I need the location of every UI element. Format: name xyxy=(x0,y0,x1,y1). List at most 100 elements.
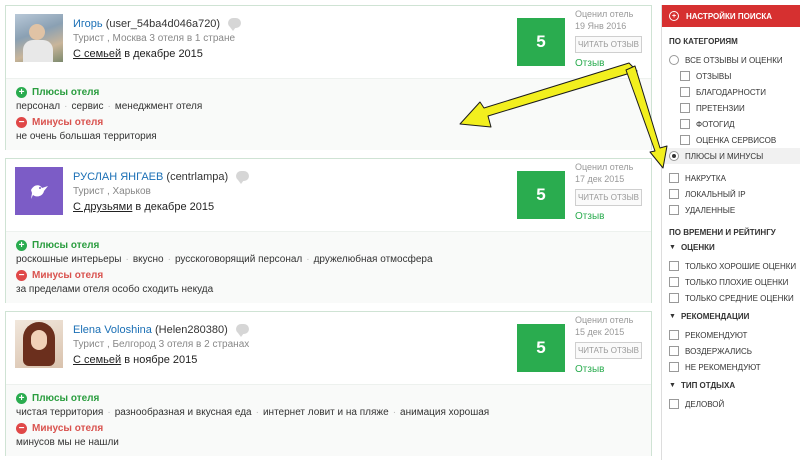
pro-tag: русскоговорящий персонал xyxy=(174,254,303,265)
read-review-button[interactable]: ЧИТАТЬ ОТЗЫВ xyxy=(575,189,642,206)
review-card: Игорь (user_54ba4d046a720) Турист , Моск… xyxy=(5,5,652,150)
caret-down-icon: ▼ xyxy=(669,244,676,251)
filter-label: ВОЗДЕРЖАЛИСЬ xyxy=(685,346,753,356)
avatar[interactable] xyxy=(15,320,63,368)
pro-tag: чистая территория xyxy=(16,407,104,418)
pro-tag: персонал xyxy=(16,101,61,112)
trip-companion[interactable]: С друзьями xyxy=(73,201,132,213)
user-name-link[interactable]: Игорь xyxy=(73,18,103,30)
filter-all-reviews[interactable]: ВСЕ ОТЗЫВЫ И ОЦЕНКИ xyxy=(662,52,800,68)
filter-business[interactable]: ДЕЛОВОЙ xyxy=(662,396,800,412)
con-tag: минусов мы не нашли xyxy=(16,437,119,448)
caret-down-icon: ▼ xyxy=(669,382,676,389)
group-label: РЕКОМЕНДАЦИИ xyxy=(680,312,750,321)
pros-heading: + Плюсы отеля xyxy=(16,393,641,404)
radio-button-selected[interactable] xyxy=(669,151,679,161)
filter-only-bad[interactable]: ТОЛЬКО ПЛОХИЕ ОЦЕНКИ xyxy=(662,274,800,290)
checkbox[interactable] xyxy=(669,205,679,215)
pros-title: Плюсы отеля xyxy=(32,240,100,251)
ratings-toggle[interactable]: ▼ ОЦЕНКИ xyxy=(662,243,800,252)
review-header: Игорь (user_54ba4d046a720) Турист , Моск… xyxy=(6,6,651,78)
recommendations-toggle[interactable]: ▼ РЕКОМЕНДАЦИИ xyxy=(662,312,800,321)
filter-photoguide[interactable]: ФОТОГИД xyxy=(662,116,800,132)
filter-not-recommend[interactable]: НЕ РЕКОМЕНДУЮТ xyxy=(662,359,800,375)
filter-reviews[interactable]: ОТЗЫВЫ xyxy=(662,68,800,84)
user-nickname: (user_54ba4d046a720) xyxy=(105,18,221,30)
filter-label: ВСЕ ОТЗЫВЫ И ОЦЕНКИ xyxy=(685,55,783,65)
filter-recommend[interactable]: РЕКОМЕНДУЮТ xyxy=(662,327,800,343)
plus-circle-icon: + xyxy=(669,11,679,21)
review-body: + Плюсы отеля чистая территория · разнообра… xyxy=(6,384,651,456)
section-time-rating: ПО ВРЕМЕНИ И РЕЙТИНГУ xyxy=(669,228,776,237)
chat-icon[interactable] xyxy=(235,324,249,337)
filter-pros-cons[interactable]: ПЛЮСЫ И МИНУСЫ xyxy=(662,148,800,164)
filter-deleted[interactable]: УДАЛЕННЫЕ xyxy=(662,202,800,218)
checkbox[interactable] xyxy=(669,330,679,340)
filter-label: НАКРУТКА xyxy=(685,173,726,183)
checkbox[interactable] xyxy=(669,261,679,271)
avatar[interactable] xyxy=(15,167,63,215)
pros-heading: + Плюсы отеля xyxy=(16,87,641,98)
checkbox[interactable] xyxy=(680,71,690,81)
cons-heading: − Минусы отеля xyxy=(16,423,641,434)
review-card: РУСЛАН ЯНГАЕВ (centrlampa) Турист , Харь… xyxy=(5,158,652,303)
pro-tag: менеджмент отеля xyxy=(114,101,203,112)
filter-only-average[interactable]: ТОЛЬКО СРЕДНИЕ ОЦЕНКИ xyxy=(662,290,800,306)
filter-label: ПРЕТЕНЗИИ xyxy=(696,103,745,113)
checkbox[interactable] xyxy=(680,87,690,97)
checkbox[interactable] xyxy=(669,399,679,409)
filter-abstained[interactable]: ВОЗДЕРЖАЛИСЬ xyxy=(662,343,800,359)
avatar[interactable] xyxy=(15,14,63,62)
filter-label: РЕКОМЕНДУЮТ xyxy=(685,330,748,340)
user-nickname: (centrlampa) xyxy=(166,171,229,183)
checkbox[interactable] xyxy=(669,277,679,287)
filter-local-ip[interactable]: ЛОКАЛЬНЫЙ IP xyxy=(662,186,800,202)
radio-button[interactable] xyxy=(669,55,679,65)
score-badge: 5 xyxy=(517,18,565,66)
checkbox[interactable] xyxy=(669,346,679,356)
filter-service-rating[interactable]: ОЦЕНКА СЕРВИСОВ xyxy=(662,132,800,148)
search-settings-header[interactable]: + НАСТРОЙКИ ПОИСКА xyxy=(662,5,800,27)
vacation-type-toggle[interactable]: ▼ ТИП ОТДЫХА xyxy=(662,381,800,390)
cons-title: Минусы отеля xyxy=(32,117,104,128)
user-line: Игорь (user_54ba4d046a720) xyxy=(73,18,242,31)
pros-title: Плюсы отеля xyxy=(32,393,100,404)
filter-label: ТОЛЬКО ХОРОШИЕ ОЦЕНКИ xyxy=(685,261,797,271)
filter-thanks[interactable]: БЛАГОДАРНОСТИ xyxy=(662,84,800,100)
filter-label: ОТЗЫВЫ xyxy=(696,71,732,81)
con-tag: за пределами отеля особо сходить некуда xyxy=(16,284,214,295)
plus-icon: + xyxy=(16,87,27,98)
chat-icon[interactable] xyxy=(228,18,242,31)
review-header: Elena Voloshina (Helen280380) Турист , Б… xyxy=(6,312,651,384)
filter-only-good[interactable]: ТОЛЬКО ХОРОШИЕ ОЦЕНКИ xyxy=(662,258,800,274)
pro-tag: разнообразная и вкусная еда xyxy=(114,407,252,418)
filter-claims[interactable]: ПРЕТЕНЗИИ xyxy=(662,100,800,116)
rated-date: 15 дек 2015 xyxy=(575,327,625,337)
filter-cheat[interactable]: НАКРУТКА xyxy=(662,170,800,186)
checkbox[interactable] xyxy=(669,189,679,199)
read-review-button[interactable]: ЧИТАТЬ ОТЗЫВ xyxy=(575,36,642,53)
rated-date: 19 Янв 2016 xyxy=(575,21,627,31)
user-name-link[interactable]: РУСЛАН ЯНГАЕВ xyxy=(73,171,163,183)
checkbox[interactable] xyxy=(669,362,679,372)
checkbox[interactable] xyxy=(680,103,690,113)
pro-tag: интернет ловит и на пляже xyxy=(262,407,389,418)
user-nickname: (Helen280380) xyxy=(154,324,228,336)
bird-icon xyxy=(31,185,48,199)
rated-date: 17 дек 2015 xyxy=(575,174,625,184)
checkbox[interactable] xyxy=(669,293,679,303)
checkbox[interactable] xyxy=(669,173,679,183)
review-body: + Плюсы отеля роскошные интерьеры · вкусно ·… xyxy=(6,231,651,303)
user-name-link[interactable]: Elena Voloshina xyxy=(73,324,152,336)
pro-tag: дружелюбная отмосфера xyxy=(313,254,433,265)
checkbox[interactable] xyxy=(680,135,690,145)
read-review-button[interactable]: ЧИТАТЬ ОТЗЫВ xyxy=(575,342,642,359)
section-categories: ПО КАТЕГОРИЯМ xyxy=(669,37,738,46)
checkbox[interactable] xyxy=(680,119,690,129)
chat-icon[interactable] xyxy=(236,171,250,184)
review-header: РУСЛАН ЯНГАЕВ (centrlampa) Турист , Харь… xyxy=(6,159,651,231)
trip-companion[interactable]: С семьей xyxy=(73,354,121,366)
trip-companion[interactable]: С семьей xyxy=(73,48,121,60)
review-type: Отзыв xyxy=(575,58,605,69)
search-settings-sidebar: + НАСТРОЙКИ ПОИСКА ПО КАТЕГОРИЯМ ВСЕ ОТЗ… xyxy=(661,5,800,460)
